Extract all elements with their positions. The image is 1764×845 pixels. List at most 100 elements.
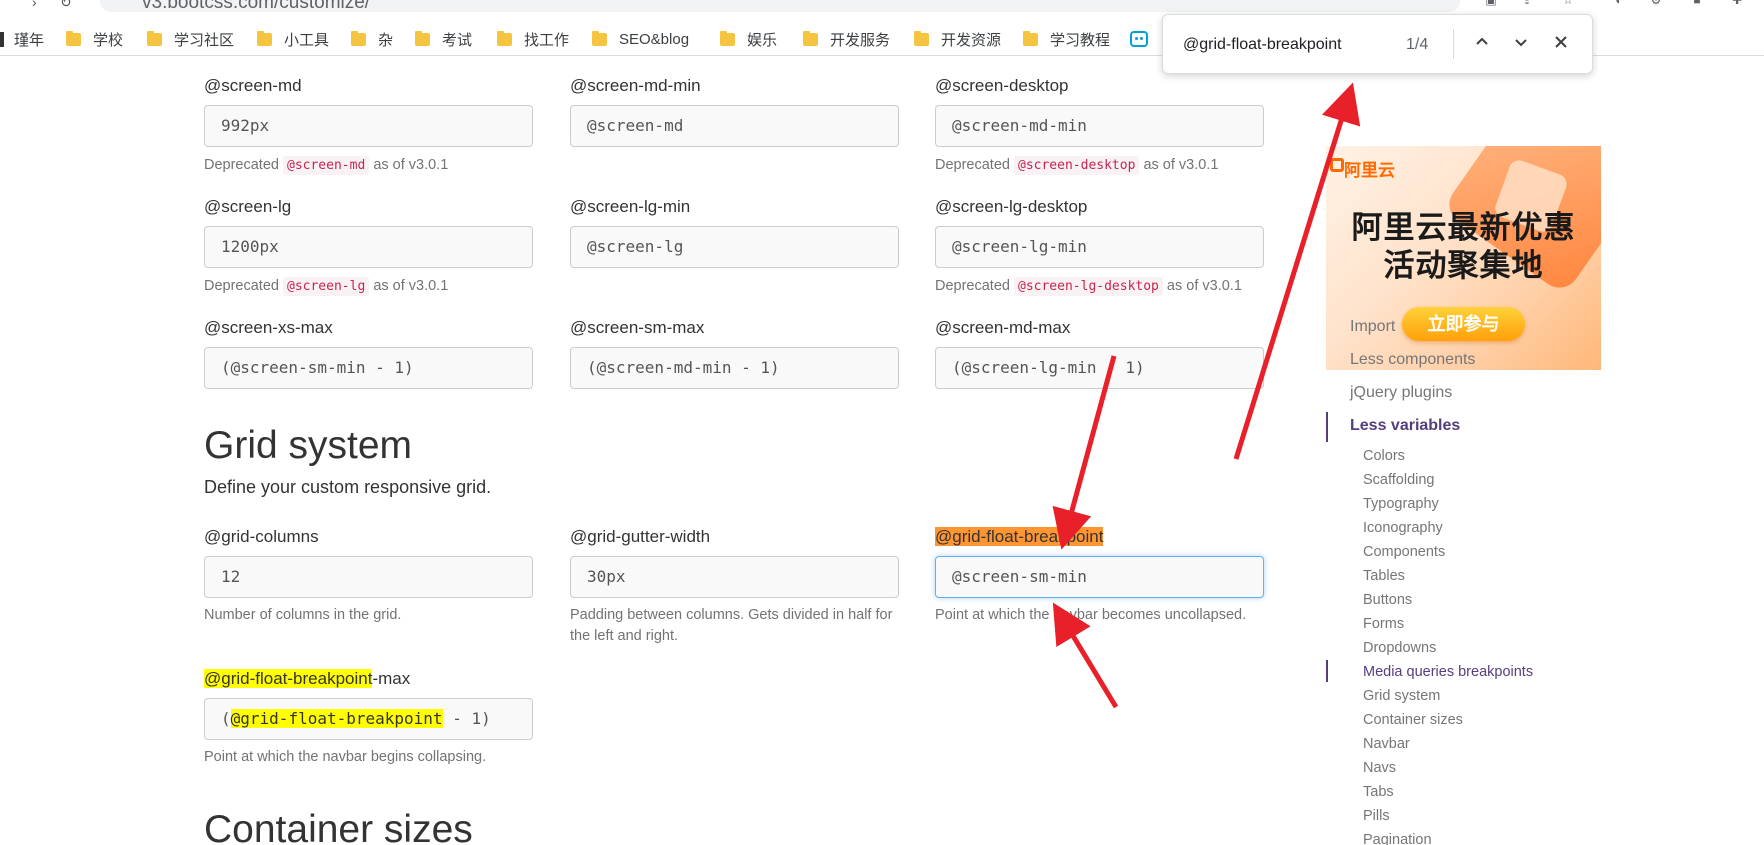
var-label: @grid-columns [204,527,319,546]
sidenav-sub-scaffolding[interactable]: Scaffolding [1363,472,1434,488]
var-help: Deprecated @screen-lg as of v3.0.1 [204,276,448,297]
help-text: as of v3.0.1 [1143,157,1219,173]
bookmark-folder[interactable]: 瑾年 [0,28,44,50]
var-input-screen-md-max[interactable]: (@screen-lg-min - 1) [935,347,1264,389]
sidenav-sub-components[interactable]: Components [1363,544,1445,560]
chevron-up-icon[interactable] [1469,31,1495,57]
bookmark-folder[interactable]: 开发资源 [914,28,1001,50]
bookmark-label: 开发服务 [830,31,891,49]
folder-icon [1023,30,1038,46]
bookmark-folder[interactable]: SEO&blog [592,28,689,50]
section-heading-grid-system: Grid system [204,424,413,467]
close-icon[interactable] [1548,31,1574,57]
var-label: @screen-lg-min [570,197,691,216]
sidenav-sub-pagination[interactable]: Pagination [1363,832,1432,845]
var-input-grid-gutter-width[interactable]: 30px [570,556,899,598]
sidenav-item-import[interactable]: Import [1350,318,1395,336]
bookmark-label: 瑾年 [14,31,45,49]
sidenav-sub-grid-system[interactable]: Grid system [1363,688,1440,704]
sidenav-sub-dropdowns[interactable]: Dropdowns [1363,640,1436,656]
sidenav-sub-media-queries-breakpoints[interactable]: Media queries breakpoints [1363,664,1533,680]
var-input-screen-xs-max[interactable]: (@screen-sm-min - 1) [204,347,533,389]
bookmark-label: 找工作 [524,31,570,49]
var-help: Padding between columns. Gets divided in… [570,607,893,644]
find-input[interactable]: @grid-float-breakpoint [1183,36,1342,54]
sidenav-sub-colors[interactable]: Colors [1363,448,1405,464]
address-text: v3.bootcss.com/customize/ [142,0,371,13]
bookmark-label: 考试 [442,31,473,49]
var-label: @screen-md-max [935,318,1071,337]
var-input-screen-lg-min[interactable]: @screen-lg [570,226,899,268]
page-content: @screen-md 992px Deprecated @screen-md a… [0,60,1764,845]
find-match: @grid-float-breakpoint [230,709,443,728]
section-lead: Define your custom responsive grid. [204,477,492,497]
find-divider [1453,29,1454,59]
folder-icon [497,30,512,46]
var-input-screen-md[interactable]: 992px [204,105,533,147]
forward-icon[interactable]: › [32,0,37,10]
sidenav-sub-container-sizes[interactable]: Container sizes [1363,712,1463,728]
help-text: as of v3.0.1 [373,157,449,173]
var-input-screen-md-min[interactable]: @screen-md [570,105,899,147]
sidenav-item-less-components[interactable]: Less components [1350,351,1475,369]
var-input-grid-float-breakpoint-max[interactable]: (@grid-float-breakpoint - 1) [204,698,533,740]
advertisement-banner[interactable]: 阿里云 阿里云最新优惠 活动聚集地 立即参与 [1326,146,1601,370]
bookmark-star-icon[interactable]: ☆ [1561,0,1575,7]
sidenav-sub-iconography[interactable]: Iconography [1363,520,1443,536]
chevron-down-icon[interactable] [1508,31,1534,57]
bookmark-folder[interactable]: 开发服务 [803,28,890,50]
var-help: Deprecated @screen-desktop as of v3.0.1 [935,155,1218,176]
sidenav-sub-tabs[interactable]: Tabs [1363,784,1394,800]
browser-toolbar: › ↻ v3.bootcss.com/customize/ ▣ ⇪ ☆ ◐ ⚙ … [0,0,1764,14]
value-text: ( [221,709,231,728]
bookmark-folder[interactable]: 学习教程 [1023,28,1110,50]
var-help: Deprecated @screen-lg-desktop as of v3.0… [935,276,1242,297]
sidenav-sub-forms[interactable]: Forms [1363,616,1404,632]
var-label: @grid-gutter-width [570,527,711,546]
extension-icon[interactable]: ◐ [1612,0,1626,7]
reload-icon[interactable]: ↻ [60,0,72,11]
var-label: @screen-lg [204,197,292,216]
var-help: Number of columns in the grid. [204,607,402,623]
sidenav-item-jquery-plugins[interactable]: jQuery plugins [1350,384,1452,402]
sidenav-sub-navs[interactable]: Navs [1363,760,1396,776]
var-input-screen-desktop[interactable]: @screen-md-min [935,105,1264,147]
folder-icon [66,30,81,46]
settings-icon[interactable]: ⚙ [1649,0,1663,7]
bookmark-folder[interactable]: 杂 [351,28,393,50]
sidenav-item-less-variables[interactable]: Less variables [1350,417,1460,435]
extension-icon[interactable]: ■ [1690,0,1704,7]
sidenav-sub-typography[interactable]: Typography [1363,496,1439,512]
var-input-screen-sm-max[interactable]: (@screen-md-min - 1) [570,347,899,389]
bookmark-folder[interactable]: 找工作 [497,28,569,50]
var-input-screen-lg-desktop[interactable]: @screen-lg-min [935,226,1264,268]
help-text: Deprecated [935,278,1010,294]
var-label: @screen-lg-desktop [935,197,1088,216]
sidenav-sub-pills[interactable]: Pills [1363,808,1390,824]
bookmark-folder[interactable]: 学校 [66,28,123,50]
share-icon[interactable]: ⇪ [1520,0,1534,7]
bookmark-folder[interactable]: 娱乐 [720,28,777,50]
bookmark-folder[interactable]: 学习社区 [147,28,234,50]
sidenav-sub-buttons[interactable]: Buttons [1363,592,1412,608]
bookmark-bilibili[interactable] [1130,28,1154,50]
bookmark-folder[interactable]: 考试 [415,28,472,50]
var-label: @screen-md [204,76,302,95]
bookmark-label: 娱乐 [747,31,778,49]
var-input-grid-float-breakpoint[interactable]: @screen-sm-min [935,556,1264,598]
folder-icon [914,30,929,46]
sidenav-sub-navbar[interactable]: Navbar [1363,736,1410,752]
help-text: as of v3.0.1 [1166,278,1242,294]
puzzle-icon[interactable]: ✚ [1730,0,1744,7]
help-code: @screen-lg-desktop [1014,277,1163,296]
screenshot-icon[interactable]: ▣ [1484,0,1498,7]
bookmark-folder[interactable]: 小工具 [257,28,329,50]
var-label-grid-float-breakpoint: @grid-float-breakpoint [935,527,1104,547]
folder-icon [0,31,4,47]
folder-icon [720,30,735,46]
sidenav-sub-tables[interactable]: Tables [1363,568,1405,584]
bilibili-icon [1130,31,1148,47]
var-input-screen-lg[interactable]: 1200px [204,226,533,268]
ad-cta-button[interactable]: 立即参与 [1402,307,1525,341]
var-input-grid-columns[interactable]: 12 [204,556,533,598]
